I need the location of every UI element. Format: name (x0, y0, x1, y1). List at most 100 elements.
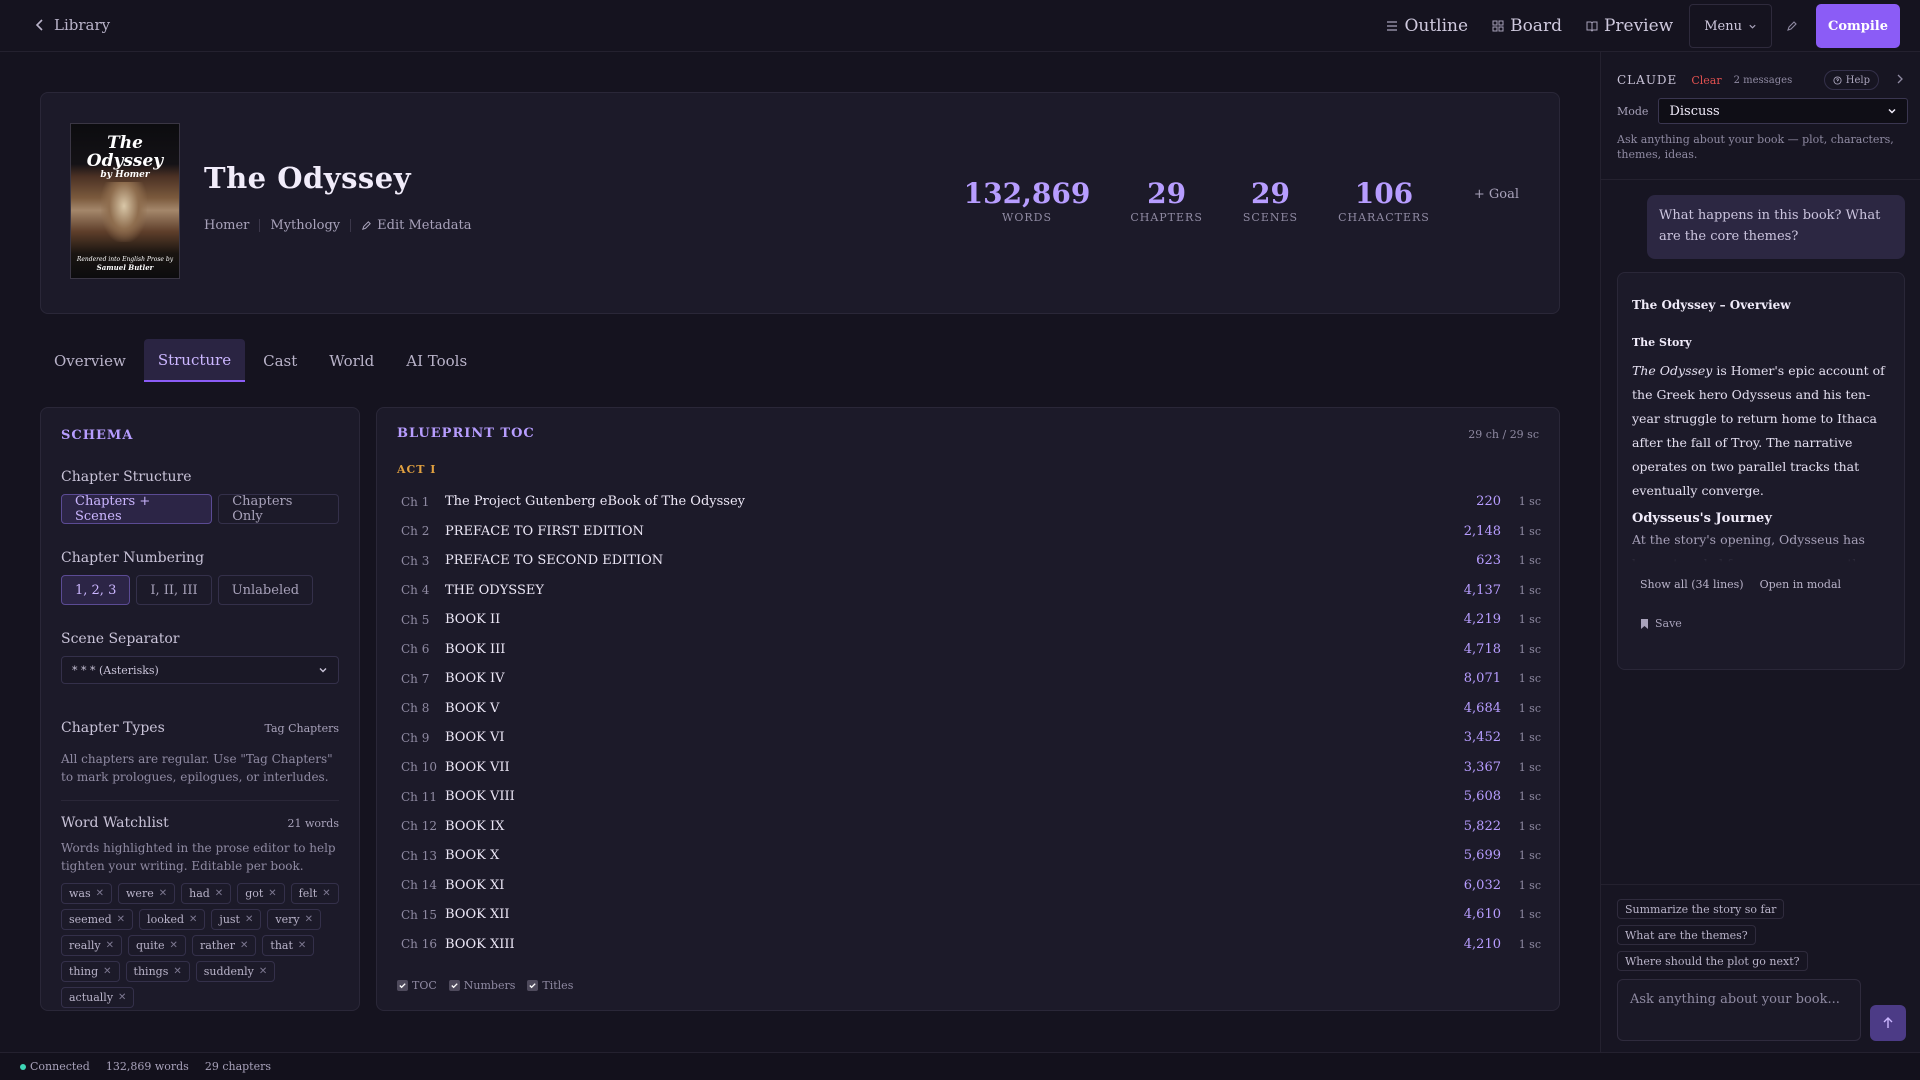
remove-word-icon[interactable]: ✕ (118, 992, 126, 1003)
watchlist-chip[interactable]: was ✕ (61, 883, 113, 904)
remove-word-icon[interactable]: ✕ (117, 914, 125, 925)
pencil-icon (1787, 21, 1797, 31)
save-reply-button[interactable]: Save (1640, 617, 1890, 630)
book-genre[interactable]: Mythology (270, 218, 340, 233)
suggestion-chip[interactable]: Where should the plot go next? (1617, 951, 1808, 971)
watchlist-chip[interactable]: suddenly ✕ (195, 961, 276, 982)
remove-word-icon[interactable]: ✕ (170, 940, 178, 951)
remove-word-icon[interactable]: ✕ (245, 914, 253, 925)
chapter-scene-count: 1 sc (1518, 495, 1541, 509)
suggestion-chip[interactable]: Summarize the story so far (1617, 899, 1785, 919)
remove-word-icon[interactable]: ✕ (159, 888, 167, 899)
outline-button[interactable]: Outline (1374, 4, 1480, 48)
remove-word-icon[interactable]: ✕ (96, 888, 104, 899)
watchlist-chip[interactable]: were ✕ (118, 883, 176, 904)
remove-word-icon[interactable]: ✕ (240, 940, 248, 951)
watchlist-chip[interactable]: looked ✕ (139, 909, 206, 930)
preview-button[interactable]: Preview (1574, 4, 1685, 48)
suggestion-chip[interactable]: What are the themes? (1617, 925, 1756, 945)
word-watchlist-count: 21 words (287, 816, 339, 830)
edit-metadata-button[interactable]: Edit Metadata (361, 218, 472, 233)
toc-row[interactable]: Ch 12 BOOK IX 5,822 1 sc (397, 812, 1541, 842)
tag-chapters-button[interactable]: Tag Chapters (264, 722, 339, 735)
remove-word-icon[interactable]: ✕ (173, 966, 181, 977)
show-all-button[interactable]: Show all (34 lines) (1632, 578, 1752, 591)
remove-word-icon[interactable]: ✕ (215, 888, 223, 899)
toc-row[interactable]: Ch 6 BOOK III 4,718 1 sc (397, 635, 1541, 665)
help-button[interactable]: Help (1823, 70, 1879, 90)
remove-word-icon[interactable]: ✕ (106, 940, 114, 951)
chapters-only-option[interactable]: Chapters Only (218, 494, 339, 524)
watchlist-chip[interactable]: rather ✕ (191, 935, 257, 956)
chapter-word-count: 4,219 (1463, 612, 1501, 628)
toc-row[interactable]: Ch 15 BOOK XII 4,610 1 sc (397, 900, 1541, 930)
ask-input[interactable]: Ask anything about your book... (1617, 979, 1861, 1041)
numbers-checkbox[interactable]: Numbers (448, 979, 515, 992)
toc-row[interactable]: Ch 1 The Project Gutenberg eBook of The O… (397, 487, 1541, 517)
watchlist-chip[interactable]: really ✕ (61, 935, 122, 956)
book-author[interactable]: Homer (204, 218, 249, 233)
toc-row[interactable]: Ch 3 PREFACE TO SECOND EDITION 623 1 sc (397, 546, 1541, 576)
remove-word-icon[interactable]: ✕ (322, 888, 330, 899)
watchlist-chip[interactable]: got ✕ (237, 883, 285, 904)
clear-chat-button[interactable]: Clear (1691, 74, 1721, 87)
toc-row[interactable]: Ch 5 BOOK II 4,219 1 sc (397, 605, 1541, 635)
watchlist-chip[interactable]: very ✕ (267, 909, 321, 930)
remove-word-icon[interactable]: ✕ (305, 914, 313, 925)
remove-word-icon[interactable]: ✕ (189, 914, 197, 925)
chip-label: were (126, 887, 154, 900)
remove-word-icon[interactable]: ✕ (298, 940, 306, 951)
watchlist-chip[interactable]: quite ✕ (127, 935, 186, 956)
remove-word-icon[interactable]: ✕ (103, 966, 111, 977)
stat-value: 132,869 (963, 177, 1091, 210)
add-goal-button[interactable]: + Goal (1474, 187, 1519, 202)
edit-button[interactable] (1772, 4, 1812, 48)
numbering-roman-option[interactable]: I, II, III (136, 575, 212, 605)
watchlist-chip[interactable]: seemed ✕ (61, 909, 134, 930)
menu-button[interactable]: Menu (1689, 4, 1772, 48)
toc-row[interactable]: Ch 4 THE ODYSSEY 4,137 1 sc (397, 576, 1541, 606)
cover-illustration (101, 182, 147, 242)
open-modal-button[interactable]: Open in modal (1752, 578, 1849, 591)
watchlist-chip[interactable]: just ✕ (211, 909, 262, 930)
toc-row[interactable]: Ch 14 BOOK XI 6,032 1 sc (397, 871, 1541, 901)
compile-button[interactable]: Compile (1815, 4, 1900, 48)
remove-word-icon[interactable]: ✕ (259, 966, 267, 977)
chapters-scenes-option[interactable]: Chapters + Scenes (61, 494, 213, 524)
titles-checkbox[interactable]: Titles (527, 979, 573, 992)
toc-row[interactable]: Ch 11 BOOK VIII 5,608 1 sc (397, 782, 1541, 812)
toc-row[interactable]: Ch 8 BOOK V 4,684 1 sc (397, 694, 1541, 724)
tab-overview[interactable]: Overview (40, 339, 140, 382)
watchlist-chip[interactable]: felt ✕ (290, 883, 339, 904)
chevron-left-icon (35, 19, 43, 31)
send-button[interactable] (1870, 1005, 1906, 1041)
numbering-unlabeled-option[interactable]: Unlabeled (217, 575, 314, 605)
board-button[interactable]: Board (1480, 4, 1574, 48)
toc-row[interactable]: Ch 7 BOOK IV 8,071 1 sc (397, 664, 1541, 694)
mode-select[interactable]: Discuss (1658, 98, 1909, 124)
toc-row[interactable]: Ch 10 BOOK VII 3,367 1 sc (397, 753, 1541, 783)
watchlist-chip[interactable]: things ✕ (125, 961, 190, 982)
toc-row[interactable]: Ch 2 PREFACE TO FIRST EDITION 2,148 1 sc (397, 517, 1541, 547)
toc-row[interactable]: Ch 9 BOOK VI 3,452 1 sc (397, 723, 1541, 753)
edit-metadata-label: Edit Metadata (377, 218, 472, 233)
book-cover[interactable]: The Odyssey by Homer Rendered into Engli… (70, 123, 180, 279)
collapse-sidebar-button[interactable] (1895, 73, 1905, 88)
numbering-arabic-option[interactable]: 1, 2, 3 (61, 575, 131, 605)
watchlist-chip[interactable]: actually ✕ (61, 987, 135, 1008)
status-chapter-count: 29 chapters (204, 1060, 271, 1073)
tab-structure[interactable]: Structure (143, 339, 246, 382)
back-to-library-link[interactable]: Library (34, 16, 110, 34)
tab-ai-tools[interactable]: AI Tools (392, 339, 481, 382)
tab-cast[interactable]: Cast (249, 339, 311, 382)
remove-word-icon[interactable]: ✕ (268, 888, 276, 899)
toc-row[interactable]: Ch 13 BOOK X 5,699 1 sc (397, 841, 1541, 871)
tab-world[interactable]: World (315, 339, 388, 382)
watchlist-chip[interactable]: that ✕ (262, 935, 315, 956)
chapter-word-count: 3,452 (1463, 730, 1501, 746)
toc-row[interactable]: Ch 16 BOOK XIII 4,210 1 sc (397, 930, 1541, 960)
watchlist-chip[interactable]: had ✕ (181, 883, 232, 904)
toc-checkbox[interactable]: TOC (397, 979, 437, 992)
scene-separator-select[interactable]: * * * (Asterisks) (61, 656, 339, 684)
watchlist-chip[interactable]: thing ✕ (61, 961, 120, 982)
